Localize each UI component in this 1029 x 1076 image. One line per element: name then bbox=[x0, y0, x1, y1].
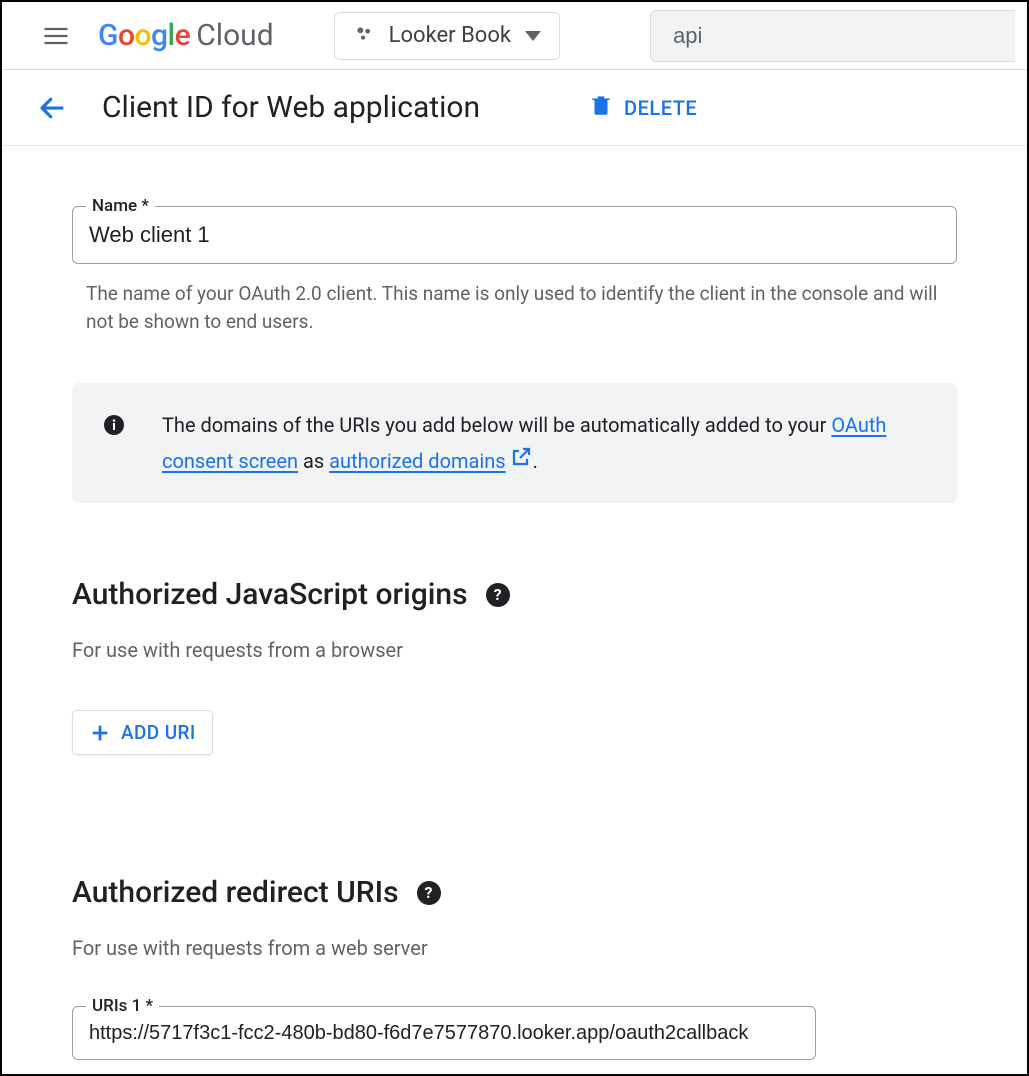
project-picker[interactable]: Looker Book bbox=[334, 12, 560, 60]
authorized-domains-link[interactable]: authorized domains bbox=[329, 449, 532, 473]
redirect-uri-input[interactable] bbox=[72, 1006, 816, 1060]
google-cloud-logo[interactable]: Google Cloud bbox=[98, 18, 274, 53]
delete-label: DELETE bbox=[624, 96, 697, 120]
project-name: Looker Book bbox=[389, 23, 511, 48]
js-origins-heading: Authorized JavaScript origins bbox=[72, 577, 468, 612]
hamburger-menu-icon[interactable] bbox=[34, 14, 78, 58]
redirect-uris-section: Authorized redirect URIs ? For use with … bbox=[72, 875, 957, 1060]
name-field-help: The name of your OAuth 2.0 client. This … bbox=[72, 270, 957, 335]
back-button[interactable] bbox=[30, 86, 74, 130]
info-banner: The domains of the URIs you add below wi… bbox=[72, 383, 957, 503]
redirect-uris-sub: For use with requests from a web server bbox=[72, 936, 957, 960]
name-field-label: Name * bbox=[86, 196, 155, 216]
redirect-uri-label: URIs 1 * bbox=[86, 996, 159, 1016]
help-icon[interactable]: ? bbox=[486, 583, 510, 607]
js-origins-sub: For use with requests from a browser bbox=[72, 638, 957, 662]
add-uri-button[interactable]: ADD URI bbox=[72, 710, 213, 755]
chevron-down-icon bbox=[525, 31, 541, 41]
redirect-uris-heading: Authorized redirect URIs bbox=[72, 875, 399, 910]
delete-button[interactable]: DELETE bbox=[588, 92, 697, 123]
name-input[interactable] bbox=[72, 206, 957, 264]
project-icon bbox=[353, 23, 375, 49]
name-field: Name * bbox=[72, 206, 957, 264]
page-title: Client ID for Web application bbox=[102, 90, 480, 125]
js-origins-section: Authorized JavaScript origins ? For use … bbox=[72, 577, 957, 755]
help-icon[interactable]: ? bbox=[417, 881, 441, 905]
info-icon bbox=[102, 409, 126, 477]
search-box[interactable] bbox=[650, 10, 1015, 62]
trash-icon bbox=[588, 92, 614, 123]
logo-google-text: Google bbox=[98, 18, 190, 53]
search-input[interactable] bbox=[673, 23, 993, 49]
add-uri-label: ADD URI bbox=[121, 721, 196, 744]
logo-cloud-text: Cloud bbox=[196, 18, 273, 53]
info-text: The domains of the URIs you add below wi… bbox=[162, 409, 927, 477]
redirect-uri-field: URIs 1 * bbox=[72, 1006, 816, 1060]
external-link-icon bbox=[509, 445, 533, 469]
